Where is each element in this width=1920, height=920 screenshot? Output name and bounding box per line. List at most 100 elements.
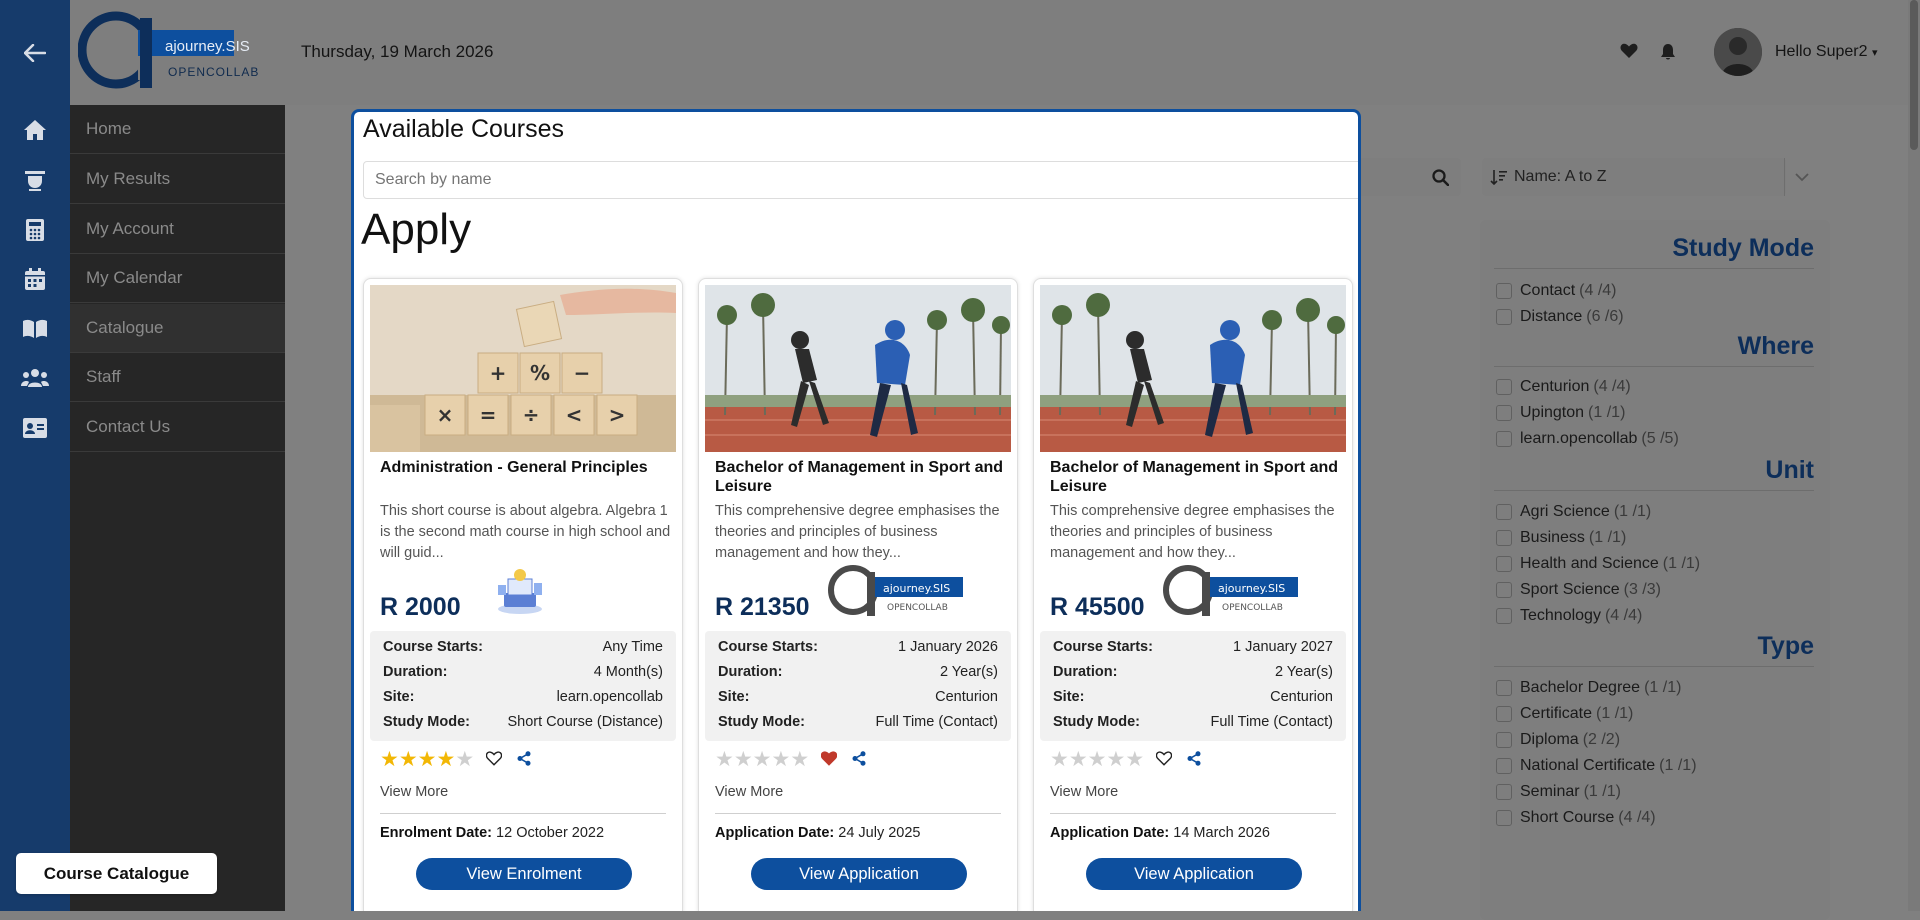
favourite-heart-icon[interactable] (820, 751, 838, 771)
sidebar-item-my-results[interactable]: My Results (70, 155, 285, 204)
star-icon[interactable]: ★ (790, 749, 809, 771)
graduation-icon[interactable] (0, 155, 70, 204)
star-icon[interactable]: ★ (1050, 749, 1069, 771)
checkbox[interactable] (1496, 379, 1512, 395)
favourite-heart-icon[interactable] (485, 751, 503, 771)
checkbox[interactable] (1496, 530, 1512, 546)
detail-value: 4 Month(s) (593, 664, 663, 680)
sidebar-item-my-calendar[interactable]: My Calendar (70, 254, 285, 303)
sidebar-item-staff[interactable]: Staff (70, 353, 285, 402)
checkbox[interactable] (1496, 431, 1512, 447)
checkbox[interactable] (1496, 810, 1512, 826)
checkbox[interactable] (1496, 405, 1512, 421)
star-icon[interactable]: ★ (734, 749, 753, 771)
checkbox[interactable] (1496, 784, 1512, 800)
checkbox[interactable] (1496, 608, 1512, 624)
star-rating[interactable]: ★ ★ ★ ★ ★ (715, 749, 809, 771)
search-input[interactable] (363, 161, 1358, 199)
sidebar-item-catalogue[interactable]: Catalogue (70, 304, 285, 353)
checkbox[interactable] (1496, 680, 1512, 696)
search-button[interactable] (1355, 158, 1461, 196)
sidebar-item-label: Home (86, 119, 132, 138)
filter-health-and-science[interactable]: Health and Science (1 /1) (1496, 555, 1700, 573)
star-icon[interactable]: ★ (418, 749, 437, 771)
sidebar-item-my-account[interactable]: My Account (70, 205, 285, 254)
star-icon[interactable]: ★ (436, 749, 455, 771)
back-arrow-icon[interactable] (0, 0, 70, 105)
filter-sport-science[interactable]: Sport Science (3 /3) (1496, 581, 1661, 599)
view-more-link[interactable]: View More (380, 784, 448, 800)
star-rating[interactable]: ★ ★ ★ ★ ★ (380, 749, 474, 771)
bell-icon[interactable] (1660, 43, 1676, 66)
star-icon[interactable]: ★ (715, 749, 734, 771)
checkbox[interactable] (1496, 556, 1512, 572)
star-icon[interactable]: ★ (455, 749, 474, 771)
detail-label: Site: (383, 689, 415, 705)
checkbox[interactable] (1496, 732, 1512, 748)
scrollbar[interactable] (1908, 0, 1920, 911)
filter-certificate[interactable]: Certificate (1 /1) (1496, 705, 1633, 723)
course-catalogue-tag[interactable]: Course Catalogue (16, 853, 217, 894)
filter-seminar[interactable]: Seminar (1 /1) (1496, 783, 1621, 801)
view-more-link[interactable]: View More (1050, 784, 1118, 800)
share-icon[interactable] (517, 751, 531, 771)
user-menu[interactable]: Hello Super2 ▾ (1775, 43, 1877, 61)
filter-national-certificate[interactable]: National Certificate (1 /1) (1496, 757, 1697, 775)
star-icon[interactable]: ★ (380, 749, 399, 771)
star-icon[interactable]: ★ (1106, 749, 1125, 771)
view-application-button[interactable]: View Application (1086, 858, 1302, 890)
star-icon[interactable]: ★ (753, 749, 772, 771)
checkbox[interactable] (1496, 758, 1512, 774)
checkbox[interactable] (1496, 283, 1512, 299)
star-icon[interactable]: ★ (1125, 749, 1144, 771)
filter-bachelor-degree[interactable]: Bachelor Degree (1 /1) (1496, 679, 1681, 697)
calculator-icon[interactable] (0, 205, 70, 254)
filter-contact[interactable]: Contact (4 /4) (1496, 282, 1616, 300)
filter-centurion[interactable]: Centurion (4 /4) (1496, 378, 1631, 396)
filter-upington[interactable]: Upington (1 /1) (1496, 404, 1625, 422)
course-image-sport[interactable] (1040, 285, 1346, 452)
filter-agri-science[interactable]: Agri Science (1 /1) (1496, 503, 1651, 521)
filter-short-course[interactable]: Short Course (4 /4) (1496, 809, 1656, 827)
share-icon[interactable] (1187, 751, 1201, 771)
checkbox[interactable] (1496, 582, 1512, 598)
sort-select[interactable]: Name: A to Z (1482, 158, 1809, 196)
course-price: R 21350 (715, 593, 810, 621)
star-icon[interactable]: ★ (399, 749, 418, 771)
application-date: Application Date: 24 July 2025 (715, 825, 921, 841)
checkbox[interactable] (1496, 504, 1512, 520)
home-icon[interactable] (0, 105, 70, 154)
date-label: Application Date: (715, 825, 835, 841)
calendar-icon[interactable] (0, 254, 70, 303)
checkbox[interactable] (1496, 706, 1512, 722)
filter-business[interactable]: Business (1 /1) (1496, 529, 1626, 547)
star-icon[interactable]: ★ (1088, 749, 1107, 771)
checkbox[interactable] (1496, 309, 1512, 325)
view-enrolment-button[interactable]: View Enrolment (416, 858, 632, 890)
scrollbar-thumb[interactable] (1910, 0, 1918, 150)
sidebar-item-contact-us[interactable]: Contact Us (70, 403, 285, 452)
filter-distance[interactable]: Distance (6 /6) (1496, 308, 1624, 326)
course-image-sport[interactable] (705, 285, 1011, 452)
filter-learn-opencollab[interactable]: learn.opencollab (5 /5) (1496, 430, 1679, 448)
share-icon[interactable] (852, 751, 866, 771)
heart-icon[interactable] (1620, 43, 1638, 64)
star-icon[interactable]: ★ (1069, 749, 1088, 771)
id-card-icon[interactable] (0, 403, 70, 452)
view-application-button[interactable]: View Application (751, 858, 967, 890)
sidebar-item-home[interactable]: Home (70, 105, 285, 154)
view-more-link[interactable]: View More (715, 784, 783, 800)
filter-count: (1 /1) (1588, 529, 1627, 546)
course-details: Course Starts: 1 January 2027 Duration: 2 … (1040, 631, 1346, 741)
filter-diploma[interactable]: Diploma (2 /2) (1496, 731, 1620, 749)
star-rating[interactable]: ★ ★ ★ ★ ★ (1050, 749, 1144, 771)
book-icon[interactable] (0, 304, 70, 353)
filter-technology[interactable]: Technology (4 /4) (1496, 607, 1642, 625)
favourite-heart-icon[interactable] (1155, 751, 1173, 771)
detail-row-duration: Duration: 4 Month(s) (383, 664, 663, 680)
detail-row-starts: Course Starts: 1 January 2027 (1053, 639, 1333, 655)
course-image-math-blocks[interactable]: +% − × = ÷ < > (370, 285, 676, 452)
avatar[interactable] (1714, 28, 1762, 76)
star-icon[interactable]: ★ (771, 749, 790, 771)
users-icon[interactable] (0, 353, 70, 402)
